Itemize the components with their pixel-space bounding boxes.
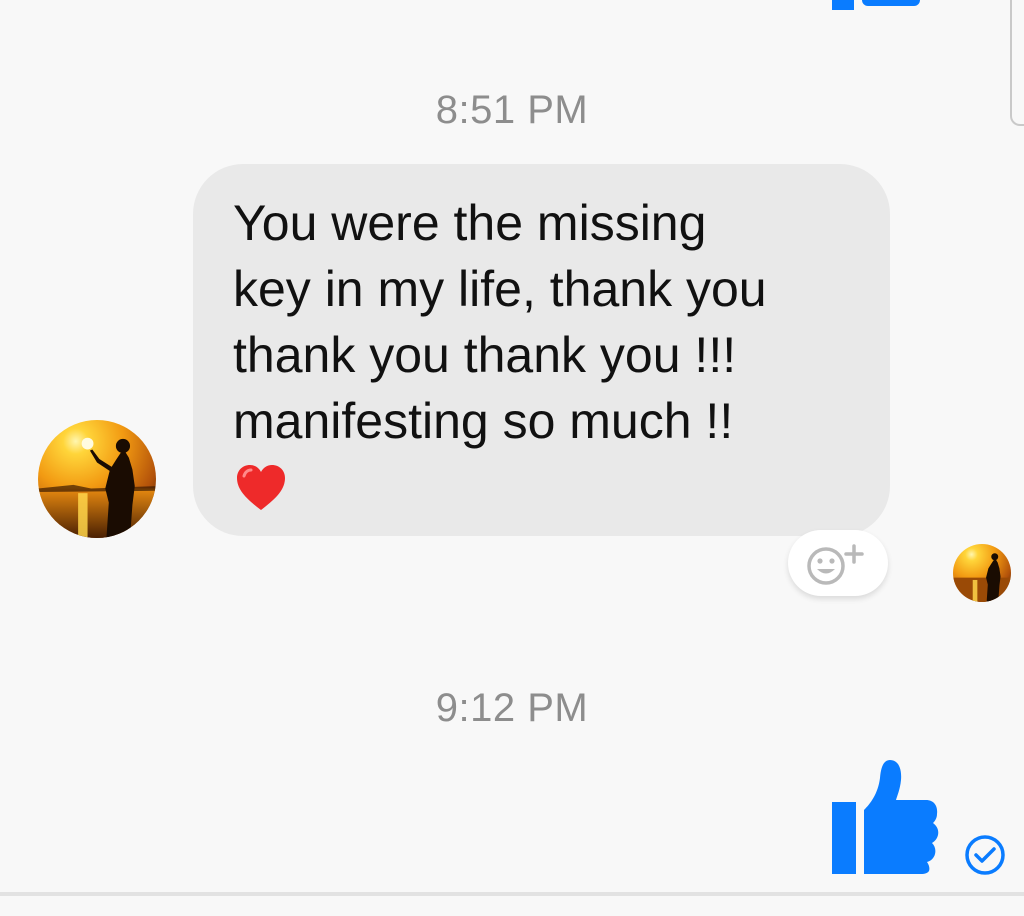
composer-divider <box>0 892 1024 896</box>
read-receipt-avatar <box>953 544 1011 602</box>
check-circle-icon <box>964 834 1006 876</box>
timestamp: 8:51 PM <box>435 88 589 132</box>
add-reaction-button[interactable] <box>788 530 888 596</box>
received-message-bubble[interactable]: You were the missing key in my life, tha… <box>193 164 890 536</box>
timestamp: 9:12 PM <box>435 686 589 730</box>
heart-emoji-icon <box>235 464 287 512</box>
add-reaction-icon <box>807 544 864 585</box>
chat-conversation: 8:51 PM You were the missing key in my l… <box>0 0 1024 916</box>
message-text: You were the missing key in my life, tha… <box>233 195 767 449</box>
thumbs-up-icon[interactable] <box>826 758 942 876</box>
sender-avatar[interactable] <box>38 420 156 538</box>
previous-thumbs-up-icon[interactable] <box>830 0 922 12</box>
